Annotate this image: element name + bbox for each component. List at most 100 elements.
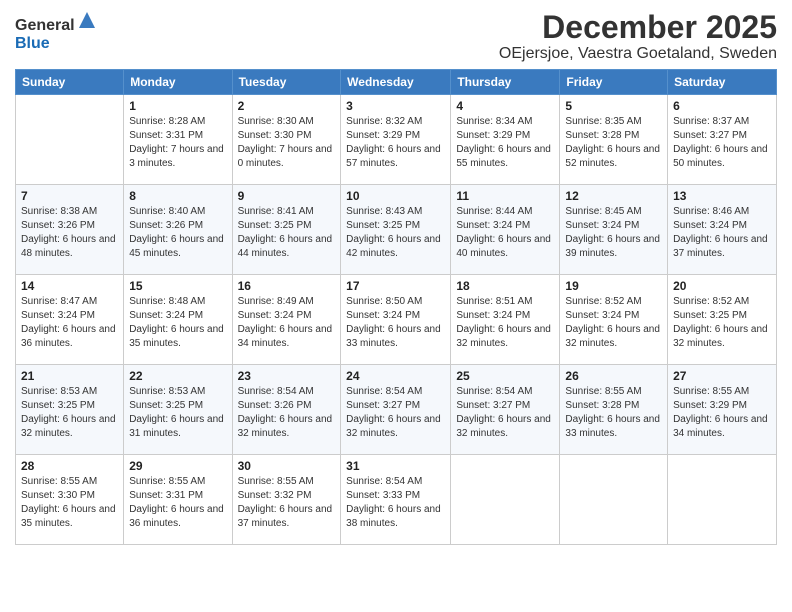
day-number: 31	[346, 459, 445, 473]
col-friday: Friday	[560, 70, 668, 95]
col-wednesday: Wednesday	[341, 70, 451, 95]
day-number: 3	[346, 99, 445, 113]
table-row: 6 Sunrise: 8:37 AMSunset: 3:27 PMDaylight…	[668, 95, 777, 185]
day-number: 12	[565, 189, 662, 203]
day-info: Sunrise: 8:40 AMSunset: 3:26 PMDaylight:…	[129, 205, 226, 261]
title-block: December 2025 OEjersjoe, Vaestra Goetala…	[499, 10, 777, 63]
table-row: 5 Sunrise: 8:35 AMSunset: 3:28 PMDaylight…	[560, 95, 668, 185]
table-row: 3Sunrise: 8:32 AMSunset: 3:29 PMDaylight…	[341, 95, 451, 185]
calendar-week-row: 7Sunrise: 8:38 AMSunset: 3:26 PMDaylight…	[16, 185, 777, 275]
col-sunday: Sunday	[16, 70, 124, 95]
day-info: Sunrise: 8:54 AMSunset: 3:27 PMDaylight:…	[346, 385, 445, 441]
logo: General Blue	[15, 10, 97, 53]
table-row	[560, 455, 668, 545]
day-info: Sunrise: 8:49 AMSunset: 3:24 PMDaylight:…	[238, 295, 336, 351]
day-number: 29	[129, 459, 226, 473]
day-info: Sunrise: 8:44 AMSunset: 3:24 PMDaylight:…	[456, 205, 554, 261]
table-row: 14 Sunrise: 8:47 AMSunset: 3:24 PMDayligh…	[16, 275, 124, 365]
table-row: 10 Sunrise: 8:43 AMSunset: 3:25 PMDayligh…	[341, 185, 451, 275]
table-row	[16, 95, 124, 185]
table-row: 22 Sunrise: 8:53 AMSunset: 3:25 PMDayligh…	[124, 365, 232, 455]
table-row: 19Sunrise: 8:52 AMSunset: 3:24 PMDayligh…	[560, 275, 668, 365]
calendar-table: Sunday Monday Tuesday Wednesday Thursday…	[15, 69, 777, 545]
table-row	[668, 455, 777, 545]
day-number: 14	[21, 279, 118, 293]
day-info: Sunrise: 8:28 AMSunset: 3:31 PMDaylight:…	[129, 115, 226, 171]
day-number: 5	[565, 99, 662, 113]
day-number: 20	[673, 279, 771, 293]
day-number: 19	[565, 279, 662, 293]
logo-icon	[77, 10, 97, 30]
table-row: 15 Sunrise: 8:48 AMSunset: 3:24 PMDayligh…	[124, 275, 232, 365]
location-title: OEjersjoe, Vaestra Goetaland, Sweden	[499, 45, 777, 63]
day-info: Sunrise: 8:34 AMSunset: 3:29 PMDaylight:…	[456, 115, 554, 171]
table-row: 30Sunrise: 8:55 AMSunset: 3:32 PMDayligh…	[232, 455, 341, 545]
day-number: 24	[346, 369, 445, 383]
day-number: 27	[673, 369, 771, 383]
day-info: Sunrise: 8:50 AMSunset: 3:24 PMDaylight:…	[346, 295, 445, 351]
col-tuesday: Tuesday	[232, 70, 341, 95]
day-number: 11	[456, 189, 554, 203]
table-row: 13Sunrise: 8:46 AMSunset: 3:24 PMDayligh…	[668, 185, 777, 275]
calendar-week-row: 14 Sunrise: 8:47 AMSunset: 3:24 PMDayligh…	[16, 275, 777, 365]
day-info: Sunrise: 8:53 AMSunset: 3:25 PMDaylight:…	[21, 385, 118, 441]
table-row: 25Sunrise: 8:54 AMSunset: 3:27 PMDayligh…	[451, 365, 560, 455]
day-info: Sunrise: 8:55 AMSunset: 3:30 PMDaylight:…	[21, 475, 118, 531]
table-row: 31Sunrise: 8:54 AMSunset: 3:33 PMDayligh…	[341, 455, 451, 545]
day-number: 10	[346, 189, 445, 203]
day-info: Sunrise: 8:43 AMSunset: 3:25 PMDaylight:…	[346, 205, 445, 261]
day-info: Sunrise: 8:54 AMSunset: 3:26 PMDaylight:…	[238, 385, 336, 441]
col-saturday: Saturday	[668, 70, 777, 95]
day-info: Sunrise: 8:53 AMSunset: 3:25 PMDaylight:…	[129, 385, 226, 441]
col-thursday: Thursday	[451, 70, 560, 95]
day-number: 4	[456, 99, 554, 113]
table-row: 16 Sunrise: 8:49 AMSunset: 3:24 PMDayligh…	[232, 275, 341, 365]
day-number: 15	[129, 279, 226, 293]
table-row: 23 Sunrise: 8:54 AMSunset: 3:26 PMDayligh…	[232, 365, 341, 455]
logo-general-text: General	[15, 17, 75, 34]
table-row: 12 Sunrise: 8:45 AMSunset: 3:24 PMDayligh…	[560, 185, 668, 275]
table-row: 27 Sunrise: 8:55 AMSunset: 3:29 PMDayligh…	[668, 365, 777, 455]
table-row	[451, 455, 560, 545]
calendar-week-row: 28 Sunrise: 8:55 AMSunset: 3:30 PMDayligh…	[16, 455, 777, 545]
table-row: 17Sunrise: 8:50 AMSunset: 3:24 PMDayligh…	[341, 275, 451, 365]
header: General Blue December 2025 OEjersjoe, Va…	[15, 10, 777, 63]
day-info: Sunrise: 8:41 AMSunset: 3:25 PMDaylight:…	[238, 205, 336, 261]
day-number: 26	[565, 369, 662, 383]
table-row: 28 Sunrise: 8:55 AMSunset: 3:30 PMDayligh…	[16, 455, 124, 545]
day-info: Sunrise: 8:37 AMSunset: 3:27 PMDaylight:…	[673, 115, 771, 171]
table-row: 20 Sunrise: 8:52 AMSunset: 3:25 PMDayligh…	[668, 275, 777, 365]
day-info: Sunrise: 8:47 AMSunset: 3:24 PMDaylight:…	[21, 295, 118, 351]
day-number: 16	[238, 279, 336, 293]
calendar-header-row: Sunday Monday Tuesday Wednesday Thursday…	[16, 70, 777, 95]
day-number: 30	[238, 459, 336, 473]
day-info: Sunrise: 8:52 AMSunset: 3:25 PMDaylight:…	[673, 295, 771, 351]
col-monday: Monday	[124, 70, 232, 95]
month-title: December 2025	[499, 10, 777, 45]
day-number: 9	[238, 189, 336, 203]
day-info: Sunrise: 8:55 AMSunset: 3:31 PMDaylight:…	[129, 475, 226, 531]
table-row: 2Sunrise: 8:30 AMSunset: 3:30 PMDaylight…	[232, 95, 341, 185]
day-number: 25	[456, 369, 554, 383]
day-info: Sunrise: 8:38 AMSunset: 3:26 PMDaylight:…	[21, 205, 118, 261]
day-number: 23	[238, 369, 336, 383]
table-row: 24 Sunrise: 8:54 AMSunset: 3:27 PMDayligh…	[341, 365, 451, 455]
calendar-week-row: 21Sunrise: 8:53 AMSunset: 3:25 PMDayligh…	[16, 365, 777, 455]
day-info: Sunrise: 8:55 AMSunset: 3:29 PMDaylight:…	[673, 385, 771, 441]
table-row: 29 Sunrise: 8:55 AMSunset: 3:31 PMDayligh…	[124, 455, 232, 545]
day-info: Sunrise: 8:48 AMSunset: 3:24 PMDaylight:…	[129, 295, 226, 351]
day-info: Sunrise: 8:45 AMSunset: 3:24 PMDaylight:…	[565, 205, 662, 261]
day-info: Sunrise: 8:35 AMSunset: 3:28 PMDaylight:…	[565, 115, 662, 171]
day-info: Sunrise: 8:46 AMSunset: 3:24 PMDaylight:…	[673, 205, 771, 261]
day-info: Sunrise: 8:55 AMSunset: 3:28 PMDaylight:…	[565, 385, 662, 441]
day-number: 6	[673, 99, 771, 113]
table-row: 18Sunrise: 8:51 AMSunset: 3:24 PMDayligh…	[451, 275, 560, 365]
page-container: General Blue December 2025 OEjersjoe, Va…	[0, 0, 792, 555]
table-row: 9 Sunrise: 8:41 AMSunset: 3:25 PMDaylight…	[232, 185, 341, 275]
day-number: 28	[21, 459, 118, 473]
table-row: 8 Sunrise: 8:40 AMSunset: 3:26 PMDaylight…	[124, 185, 232, 275]
day-number: 8	[129, 189, 226, 203]
day-number: 22	[129, 369, 226, 383]
table-row: 26 Sunrise: 8:55 AMSunset: 3:28 PMDayligh…	[560, 365, 668, 455]
day-info: Sunrise: 8:51 AMSunset: 3:24 PMDaylight:…	[456, 295, 554, 351]
